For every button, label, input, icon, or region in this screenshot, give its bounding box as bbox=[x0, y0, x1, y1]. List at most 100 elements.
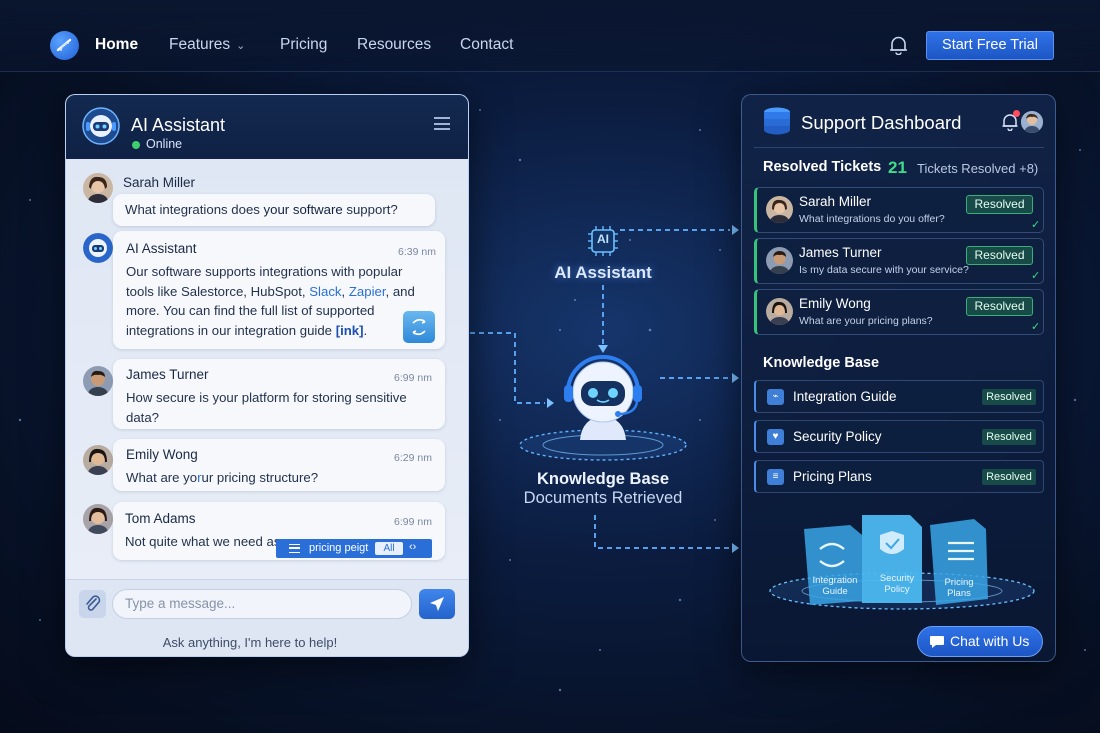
message-input-placeholder: Type a message... bbox=[125, 596, 236, 611]
ticket-row[interactable]: Emily Wong What are your pricing plans? … bbox=[754, 289, 1044, 335]
avatar-emily-wong bbox=[83, 445, 113, 475]
nav-contact[interactable]: Contact bbox=[460, 36, 513, 54]
code-icon[interactable]: ‹› bbox=[409, 541, 416, 553]
avatar-sarah-miller bbox=[83, 173, 113, 203]
doc-label-line: Policy bbox=[884, 584, 910, 595]
message-text-part: ur pricing structure? bbox=[201, 470, 319, 485]
message-line-part: , bbox=[341, 283, 349, 299]
check-icon: ✓ bbox=[1031, 321, 1041, 333]
status-badge: Resolved bbox=[982, 429, 1036, 445]
message-text: How secure is your platform for storing … bbox=[126, 388, 436, 427]
resolved-tickets-subtext: Tickets Resolved +8) bbox=[917, 161, 1039, 176]
doc-label-integration-guide: Integration Guide bbox=[810, 575, 860, 597]
divider bbox=[754, 147, 1044, 148]
chat-with-us-button[interactable]: Chat with Us bbox=[917, 626, 1043, 657]
kb-item-security-policy[interactable]: ♥ Security Policy Resolved bbox=[754, 420, 1044, 453]
message-author: James Turner bbox=[126, 367, 209, 382]
message-text: support? bbox=[342, 202, 398, 217]
message-line-part: tools like Salestorce, HubSpot, bbox=[126, 283, 310, 299]
ticket-row[interactable]: James Turner Is my data secure with your… bbox=[754, 238, 1044, 284]
ticket-avatar bbox=[766, 298, 793, 325]
message-author: AI Assistant bbox=[126, 241, 197, 256]
dashboard-title: Support Dashboard bbox=[801, 112, 962, 133]
status-badge: Resolved bbox=[966, 195, 1033, 214]
check-icon: ✓ bbox=[1031, 219, 1041, 231]
message-text-part: What are yo bbox=[126, 470, 198, 485]
suggestion-chip[interactable]: pricing peigt All ‹› bbox=[276, 539, 432, 558]
avatar-tom-adams bbox=[83, 504, 113, 534]
message-author: Sarah Miller bbox=[123, 175, 196, 190]
message-line: Our software supports integrations with … bbox=[126, 264, 403, 279]
message-input[interactable]: Type a message... bbox=[112, 589, 446, 619]
user-avatar[interactable] bbox=[1021, 111, 1043, 133]
message-text: What are yorur pricing structure? bbox=[126, 468, 318, 488]
ticket-name: James Turner bbox=[799, 245, 882, 260]
bot-avatar-icon bbox=[82, 107, 120, 145]
send-icon bbox=[430, 597, 444, 611]
message-bubble: Emily Wong 6:29 nm What are yorur pricin… bbox=[113, 439, 445, 491]
message-time: 6:29 nm bbox=[394, 452, 432, 464]
message-time: 6:39 nm bbox=[398, 246, 436, 258]
online-status: Online bbox=[146, 137, 183, 151]
doc-label-line: Security bbox=[879, 573, 915, 584]
message-line-part: integrations in our integration guide bbox=[126, 322, 336, 338]
ticket-avatar bbox=[766, 196, 793, 223]
message-bubble-ai: AI Assistant 6:39 nm Our software suppor… bbox=[113, 231, 445, 349]
top-nav: Home Features ⌄ Pricing Resources Contact… bbox=[0, 0, 1100, 72]
message-line-part: , and bbox=[385, 283, 415, 299]
message-author: Tom Adams bbox=[125, 511, 196, 526]
menu-icon[interactable] bbox=[434, 117, 450, 130]
chevron-down-icon: ⌄ bbox=[236, 40, 246, 52]
knowledge-base-subtitle: Documents Retrieved bbox=[523, 489, 683, 507]
paperclip-icon[interactable] bbox=[79, 590, 106, 618]
copy-icon[interactable] bbox=[403, 311, 435, 343]
bell-icon[interactable] bbox=[888, 35, 909, 60]
nav-resources[interactable]: Resources bbox=[357, 36, 431, 54]
notification-dot bbox=[1013, 110, 1020, 117]
status-badge: Resolved bbox=[966, 246, 1033, 265]
message-text: Our software supports integrations with … bbox=[126, 262, 426, 340]
chat-bubble-icon bbox=[930, 636, 944, 648]
ticket-question: Is my data secure with your service? bbox=[799, 264, 969, 276]
chat-header: AI Assistant Online bbox=[66, 95, 468, 159]
check-icon: ✓ bbox=[1031, 270, 1041, 282]
doc-label-pricing-plans: Pricing Plans bbox=[934, 577, 984, 599]
kb-item-pricing-plans[interactable]: ≡ Pricing Plans Resolved bbox=[754, 460, 1044, 493]
link-zapier[interactable]: Zapier bbox=[349, 284, 386, 299]
robot-icon bbox=[519, 355, 687, 461]
message-author: Emily Wong bbox=[126, 447, 198, 462]
nav-features[interactable]: Features ⌄ bbox=[169, 36, 245, 54]
ticket-row[interactable]: Sarah Miller What integrations do you of… bbox=[754, 187, 1044, 233]
message-text: Not quite what we need as bbox=[125, 534, 281, 549]
link-icon: ⌁ bbox=[767, 389, 784, 405]
message-time: 6:99 nm bbox=[394, 516, 432, 528]
ticket-question: What integrations do you offer? bbox=[799, 213, 945, 225]
nav-home[interactable]: Home bbox=[95, 36, 138, 54]
chat-composer: Type a message... Ask anything, I'm here… bbox=[66, 579, 468, 656]
send-button[interactable] bbox=[419, 589, 455, 619]
start-free-trial-button[interactable]: Start Free Trial bbox=[926, 31, 1054, 60]
knowledge-base-label: Knowledge Base bbox=[763, 355, 880, 371]
avatar-james-turner bbox=[83, 366, 113, 396]
chat-with-us-label: Chat with Us bbox=[950, 633, 1030, 649]
integration-guide-link[interactable]: [ink] bbox=[336, 323, 364, 338]
message-line: How secure is your platform for storing … bbox=[126, 390, 407, 405]
suggestion-all-button[interactable]: All bbox=[375, 542, 403, 555]
ticket-question: What are your pricing plans? bbox=[799, 315, 933, 327]
kb-item-name: Security Policy bbox=[793, 429, 882, 444]
link-slack[interactable]: Slack bbox=[309, 284, 341, 299]
ticket-name: Sarah Miller bbox=[799, 194, 872, 209]
logo-icon[interactable] bbox=[50, 31, 79, 60]
nav-pricing[interactable]: Pricing bbox=[280, 36, 327, 54]
status-badge: Resolved bbox=[966, 297, 1033, 316]
suggestion-label: pricing peigt bbox=[309, 542, 369, 554]
kb-item-integration-guide[interactable]: ⌁ Integration Guide Resolved bbox=[754, 380, 1044, 413]
list-icon: ≡ bbox=[767, 469, 784, 485]
chat-messages: Sarah Miller What integrations does your… bbox=[66, 159, 468, 579]
message-line: data? bbox=[126, 409, 160, 425]
ai-assistant-label: AI Assistant bbox=[554, 263, 652, 282]
message-line-part: . bbox=[363, 322, 368, 338]
doc-label-line: Guide bbox=[822, 586, 848, 597]
kb-item-name: Integration Guide bbox=[793, 389, 897, 404]
ai-chip-label: AI bbox=[597, 232, 609, 246]
